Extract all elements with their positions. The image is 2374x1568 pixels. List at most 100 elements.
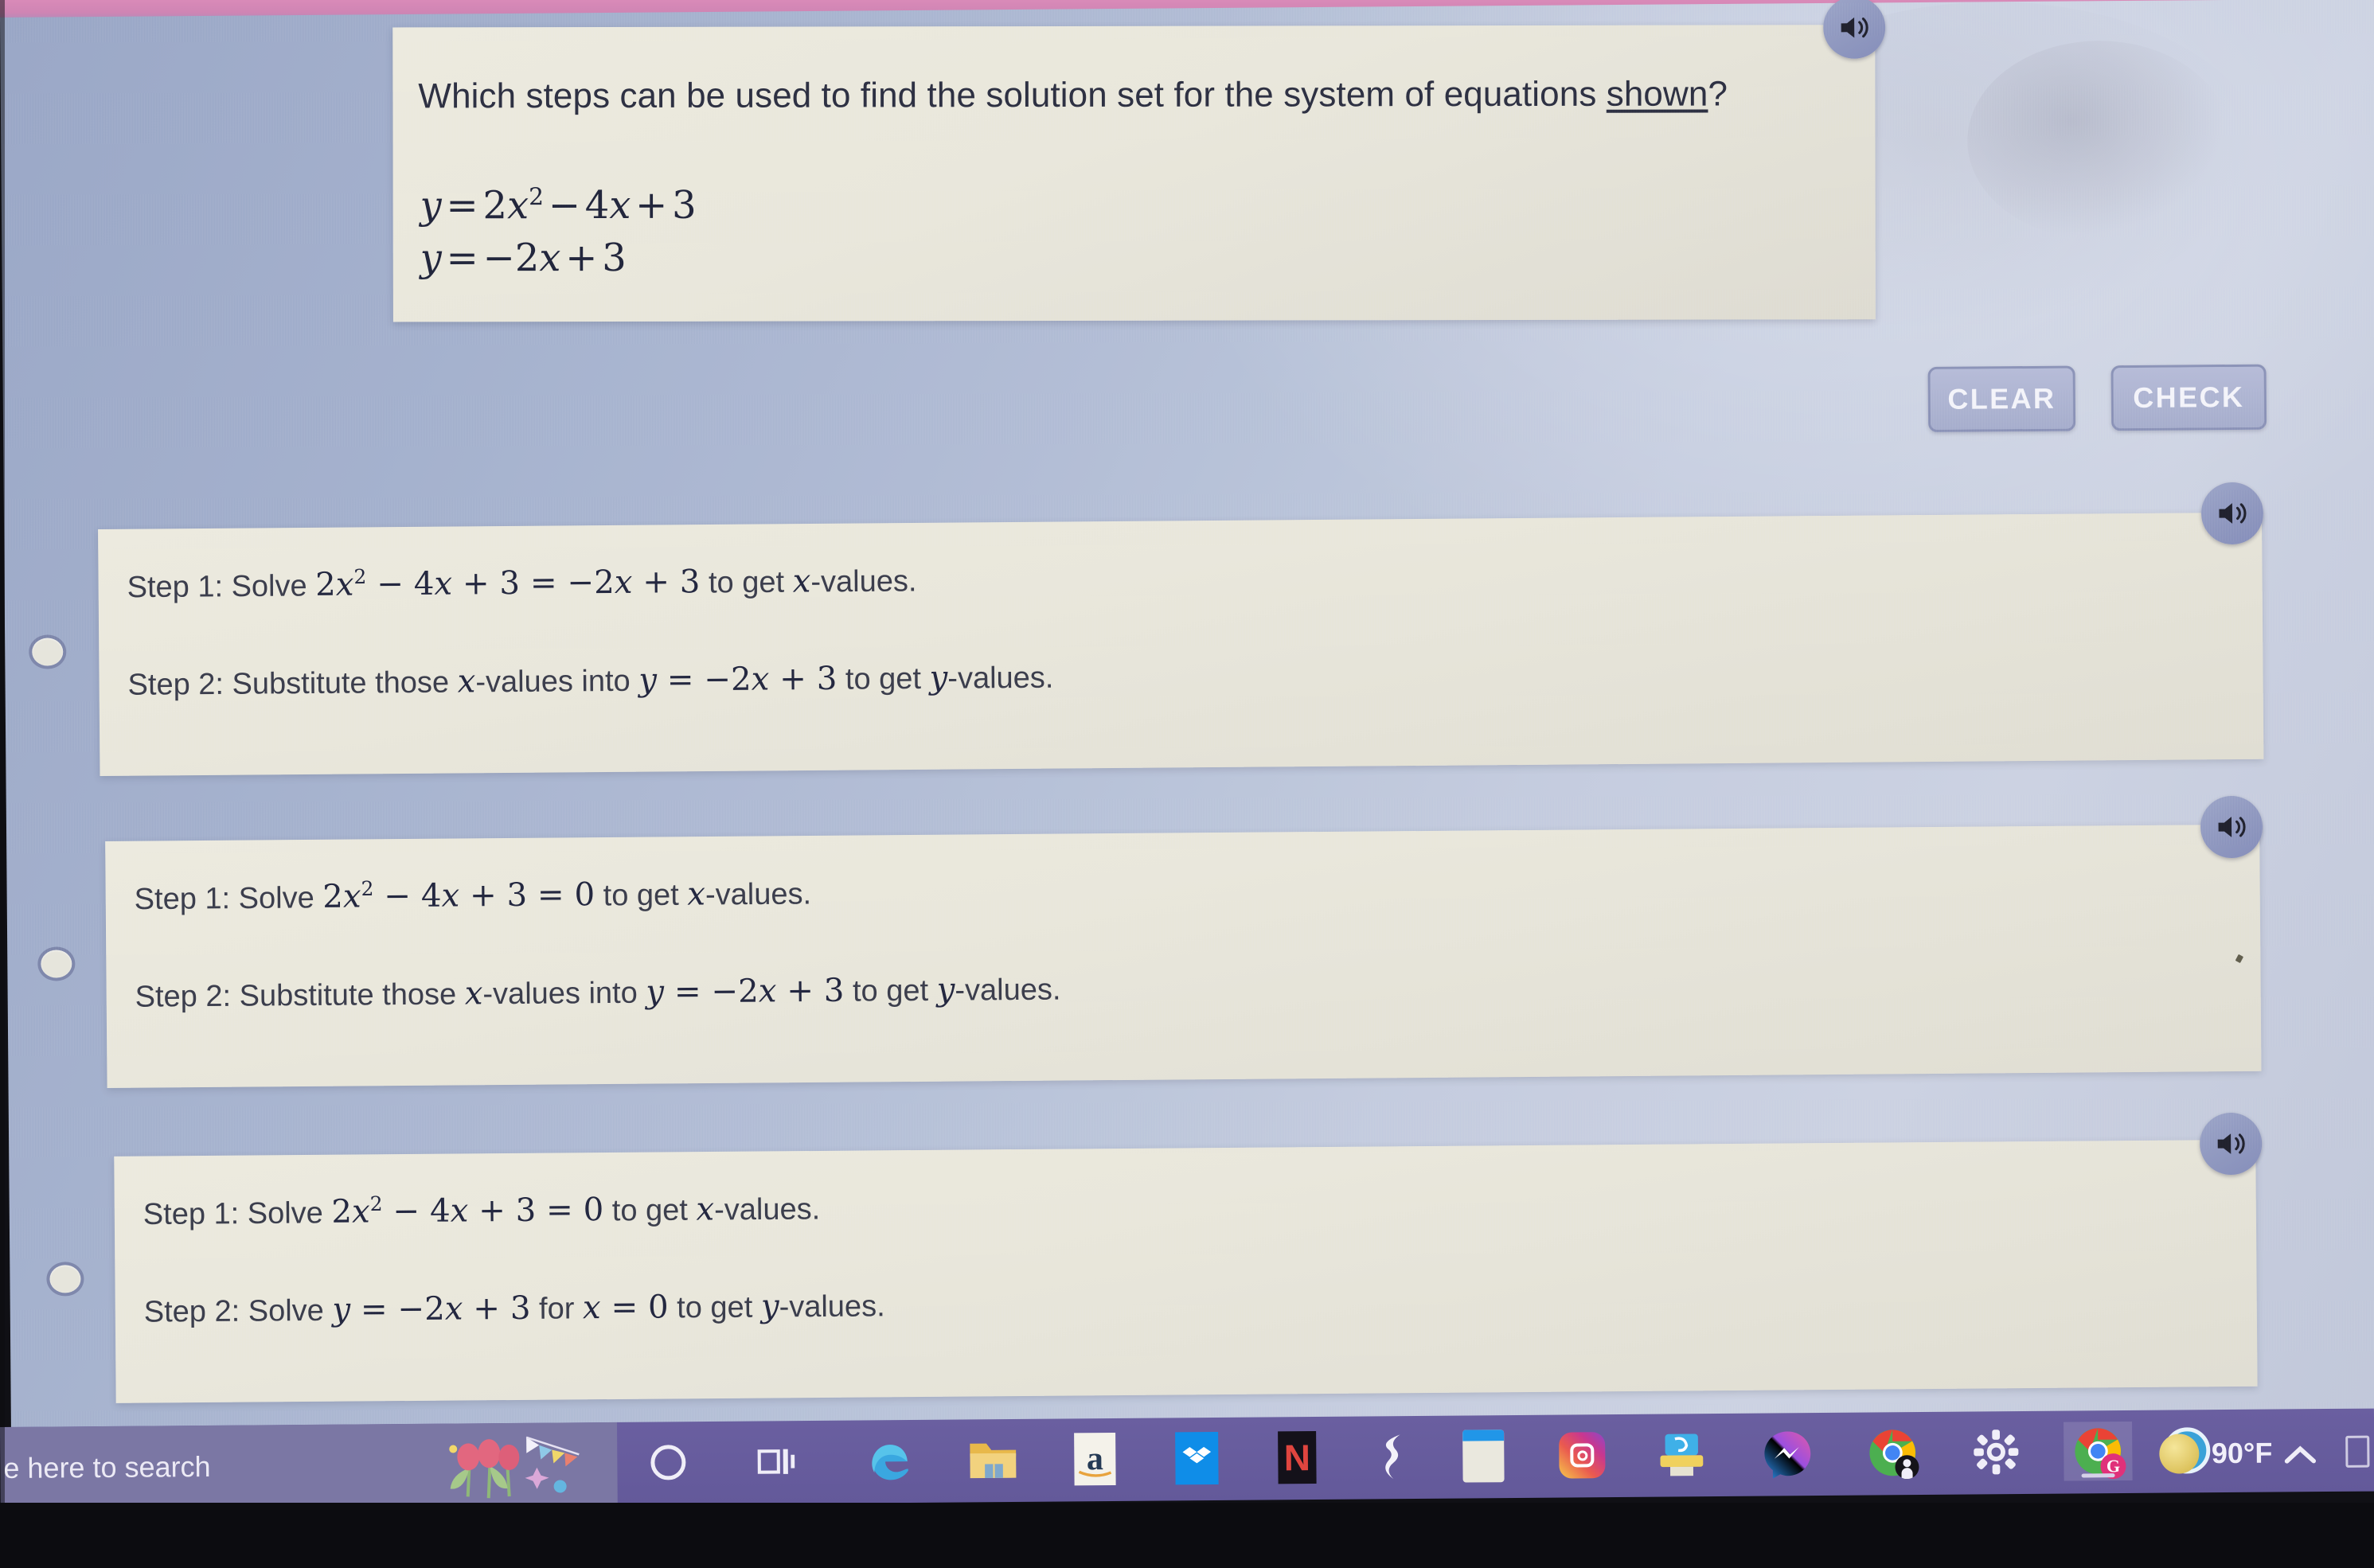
sun-icon [2158, 1433, 2200, 1474]
option-a-step1-prefix: Step 1: Solve [127, 569, 316, 605]
option-a-step2-var1: x [457, 663, 476, 700]
cortana-icon [650, 1445, 686, 1480]
question-prompt-link[interactable]: shown [1607, 75, 1708, 114]
tray-battery-icon[interactable] [2345, 1435, 2370, 1468]
option-b-step1-prefix: Step 1: Solve [134, 881, 323, 917]
option-c-step2-prefix: Step 2: Solve [143, 1293, 333, 1329]
option-a-step2-math: y = −2x + 3 [638, 660, 838, 699]
option-b-speaker-button[interactable] [2200, 795, 2263, 859]
option-c-step1-suffix-post: -values. [713, 1192, 821, 1227]
dropbox-icon [1175, 1431, 1219, 1485]
option-c-step2-math: y = −2x + 3 [332, 1289, 531, 1328]
taskbar-icon-chrome-profile[interactable] [1863, 1423, 1923, 1483]
messenger-icon [1764, 1431, 1811, 1479]
taskbar-weather[interactable]: 90°F [2158, 1433, 2273, 1474]
speaker-icon [2218, 817, 2246, 837]
option-b-step2-suffix-post: -values. [955, 973, 1061, 1008]
taskbar-icon-netflix[interactable]: N [1267, 1428, 1327, 1488]
taskbar-icon-microsoft-edge[interactable] [860, 1431, 920, 1491]
question-speaker-button[interactable] [1822, 0, 1886, 60]
option-b-step2-suffix-pre: to get [844, 973, 937, 1008]
taskbar-search-box[interactable]: e here to search [0, 1422, 618, 1510]
search-input-placeholder: e here to search [3, 1449, 211, 1484]
taskbar-icon-printer-scanner[interactable] [1652, 1425, 1712, 1484]
option-a-step1-math: 2x2 − 4x + 3 = −2x + 3 [315, 564, 701, 604]
file-explorer-icon [970, 1443, 1017, 1479]
option-c-step1-var: x [696, 1191, 715, 1228]
option-b-step1-suffix-pre: to get [594, 878, 688, 913]
option-c-step2-var2: y [760, 1288, 779, 1325]
speaker-icon [2219, 503, 2247, 524]
taskbar-icon-messenger[interactable] [1758, 1424, 1818, 1484]
option-b-step-2: Step 2: Substitute those x-values into y… [135, 971, 1061, 1015]
option-c-step2-suffix-post: -values. [779, 1289, 885, 1324]
question-prompt-post: ? [1708, 74, 1728, 114]
answer-option-b: Step 1: Solve 2x2 − 4x + 3 = 0 to get x-… [6, 795, 2374, 1088]
radio-option-c[interactable] [46, 1262, 84, 1297]
taskbar-icon-settings[interactable] [1966, 1422, 2026, 1482]
taskbar-icon-cortana[interactable] [638, 1433, 698, 1492]
option-b-step2-mid: -values into [482, 976, 646, 1012]
amazon-icon: a [1074, 1432, 1116, 1486]
monitor-left-bezel [0, 0, 5, 1568]
system-equation-2: y = −2x +3 [420, 235, 627, 281]
option-a-step2-prefix: Step 2: Substitute those [127, 665, 458, 702]
option-b-step2-var2: y [936, 971, 955, 1008]
radio-option-b[interactable] [37, 946, 76, 981]
question-card: Which steps can be used to find the solu… [392, 25, 1876, 322]
taskbar-icon-task-view[interactable] [747, 1432, 806, 1492]
option-a-step-1: Step 1: Solve 2x2 − 4x + 3 = −2x + 3 to … [127, 561, 916, 605]
option-b-card[interactable]: Step 1: Solve 2x2 − 4x + 3 = 0 to get x-… [105, 824, 2262, 1088]
taskbar-icon-document-window[interactable] [1454, 1426, 1513, 1486]
printer-scanner-icon [1660, 1433, 1704, 1476]
chrome-profile-icon [1868, 1428, 1919, 1480]
taskbar-icon-dropbox[interactable] [1167, 1429, 1227, 1488]
option-c-card[interactable]: Step 1: Solve 2x2 − 4x + 3 = 0 to get x-… [114, 1139, 2258, 1403]
screen-photo: Which steps can be used to find the solu… [0, 0, 2374, 1568]
option-c-step1-math: 2x2 − 4x + 3 = 0 [331, 1192, 604, 1231]
option-a-speaker-button[interactable] [2200, 482, 2264, 545]
screen-smudge-artifact [1966, 40, 2231, 241]
chrome-google-icon: G [2073, 1426, 2126, 1480]
option-b-step1-var: x [687, 876, 706, 913]
option-a-step1-var: x [792, 563, 811, 600]
running-indicator [2081, 1473, 2115, 1478]
speaker-icon [1841, 17, 1868, 38]
option-a-step1-suffix-pre: to get [700, 565, 793, 600]
tray-chevron-up-icon[interactable] [2283, 1437, 2317, 1473]
document-window-icon [1462, 1430, 1505, 1483]
clear-button[interactable]: CLEAR [1927, 365, 2076, 432]
microsoft-edge-icon [872, 1445, 908, 1480]
option-b-step1-suffix-post: -values. [705, 877, 812, 912]
radio-option-a[interactable] [29, 634, 67, 669]
system-equation-1: y = 2x2−4x +3 [420, 182, 697, 228]
option-b-step2-var1: x [464, 975, 483, 1012]
taskbar-icon-instagram[interactable] [1552, 1426, 1612, 1485]
option-a-step2-var2: y [929, 659, 948, 696]
question-prompt: Which steps can be used to find the solu… [418, 74, 1819, 116]
option-a-step2-suffix-post: -values. [947, 661, 1054, 696]
lightning-s-icon [1385, 1434, 1400, 1480]
tulips-decoration-icon [449, 1436, 580, 1499]
option-a-step2-mid: -values into [475, 664, 639, 700]
answer-option-a: Step 1: Solve 2x2 − 4x + 3 = −2x + 3 to … [4, 482, 2374, 777]
taskbar-icon-amazon[interactable]: a [1065, 1430, 1125, 1489]
settings-gear-icon [1974, 1430, 2019, 1475]
option-c-step-2: Step 2: Solve y = −2x + 3 for x = 0 to g… [144, 1287, 885, 1329]
netflix-icon: N [1278, 1431, 1317, 1484]
option-c-speaker-button[interactable] [2199, 1112, 2263, 1176]
lesson-screen: Which steps can be used to find the solu… [0, 0, 2374, 1484]
taskbar-icon-file-explorer[interactable] [963, 1430, 1023, 1490]
option-a-step2-suffix-pre: to get [837, 661, 930, 696]
check-button[interactable]: CHECK [2110, 364, 2267, 431]
taskbar-icon-lightning-s[interactable] [1366, 1427, 1426, 1487]
question-prompt-pre: Which steps can be used to find the solu… [418, 74, 1607, 116]
task-view-icon [757, 1449, 795, 1474]
speaker-icon [2217, 1133, 2245, 1154]
taskbar-icon-chrome-google[interactable]: G [2064, 1421, 2133, 1481]
option-a-card[interactable]: Step 1: Solve 2x2 − 4x + 3 = −2x + 3 to … [98, 512, 2264, 777]
option-a-step1-suffix-post: -values. [810, 564, 917, 599]
option-b-step2-prefix: Step 2: Substitute those [135, 977, 465, 1014]
option-b-step1-math: 2x2 − 4x + 3 = 0 [322, 876, 595, 916]
option-c-step2-tail-pre: to get [668, 1290, 762, 1325]
